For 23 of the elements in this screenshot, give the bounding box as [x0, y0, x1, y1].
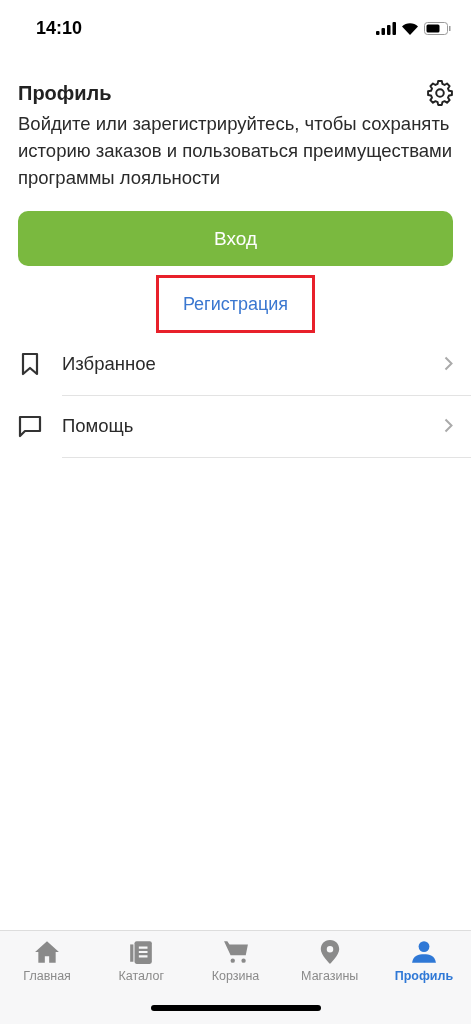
- battery-icon: [424, 22, 451, 35]
- register-link[interactable]: Регистрация: [155, 275, 316, 333]
- tab[interactable]: Корзина: [188, 939, 283, 983]
- home-icon: [34, 939, 61, 965]
- menu-item[interactable]: Помощь: [62, 394, 471, 458]
- description-text: Войдите или зарегистрируйтесь, чтобы сохранять историю заказов и пользоваться преимуществами программы лояльности: [18, 112, 453, 190]
- login-button[interactable]: Вход: [18, 211, 453, 266]
- person-icon: [410, 939, 437, 965]
- tab[interactable]: Каталог: [94, 939, 189, 983]
- settings-icon[interactable]: [427, 80, 453, 106]
- tab[interactable]: Профиль: [376, 939, 471, 983]
- catalog-icon: [128, 939, 155, 965]
- cart-icon: [222, 939, 249, 965]
- chevron-right-icon: [444, 418, 453, 433]
- chat-icon: [18, 414, 42, 438]
- tab[interactable]: Магазины: [282, 939, 377, 983]
- tab[interactable]: Главная: [0, 939, 95, 983]
- page-title: Профиль: [18, 81, 112, 105]
- chevron-right-icon: [444, 356, 453, 371]
- signal-icon: [376, 22, 396, 35]
- menu-item[interactable]: Избранное: [62, 332, 471, 396]
- wifi-icon: [401, 22, 419, 35]
- status-time: 14:10: [36, 18, 83, 39]
